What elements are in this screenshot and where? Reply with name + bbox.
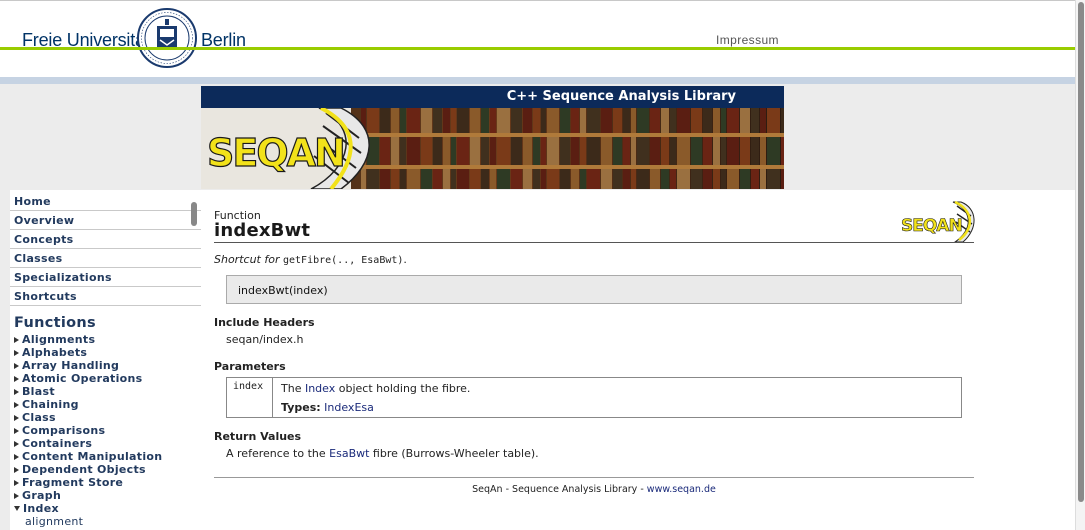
seqan-small-logo-icon: SEQAN xyxy=(901,200,975,242)
functions-heading: Functions xyxy=(14,315,96,331)
window-scrollbar-thumb[interactable] xyxy=(1078,2,1084,502)
shortcut-code: getFibre(.., EsaBwt) xyxy=(282,255,404,266)
footer-divider xyxy=(214,477,974,478)
seqan-small-logo-text: SEQAN xyxy=(901,216,962,236)
nav-specializations[interactable]: Specializations xyxy=(10,268,201,287)
nav-shortcuts[interactable]: Shortcuts xyxy=(10,287,201,306)
banner-title-bar: C++ Sequence Analysis Library xyxy=(201,86,784,108)
page-title: indexBwt xyxy=(214,220,311,241)
include-headers-heading: Include Headers xyxy=(214,316,315,329)
expand-arrow-icon xyxy=(14,493,19,499)
expand-arrow-icon xyxy=(14,376,19,382)
sidebar-scrollbar[interactable] xyxy=(191,202,197,226)
green-divider xyxy=(0,47,1075,50)
nav-home[interactable]: Home xyxy=(10,192,201,211)
esabwt-link[interactable]: EsaBwt xyxy=(329,447,369,460)
main-content: Function indexBwt SEQAN Shortcut for get… xyxy=(201,190,1075,530)
fn-group-fragment-store[interactable]: Fragment Store xyxy=(10,476,201,489)
expand-arrow-icon xyxy=(14,350,19,356)
expand-arrow-icon xyxy=(14,428,19,434)
return-values-heading: Return Values xyxy=(214,430,302,443)
fn-item-alignment[interactable]: alignment xyxy=(10,515,201,528)
param-description: The Index object holding the fibre. xyxy=(281,382,471,395)
seqan-logo-text: SEQAN xyxy=(207,131,344,175)
fn-group-atomic-operations[interactable]: Atomic Operations xyxy=(10,372,201,385)
collapse-arrow-icon xyxy=(14,506,20,511)
include-header-value: seqan/index.h xyxy=(226,333,304,346)
param-name-cell: index xyxy=(227,378,273,417)
index-link[interactable]: Index xyxy=(305,382,335,395)
fn-group-blast[interactable]: Blast xyxy=(10,385,201,398)
expand-arrow-icon xyxy=(14,441,19,447)
impressum-link[interactable]: Impressum xyxy=(716,33,779,47)
fn-group-comparisons[interactable]: Comparisons xyxy=(10,424,201,437)
fn-group-dependent-objects[interactable]: Dependent Objects xyxy=(10,463,201,476)
nav-concepts[interactable]: Concepts xyxy=(10,230,201,249)
fn-group-index[interactable]: Index xyxy=(10,502,201,515)
parameters-table: index The Index object holding the fibre… xyxy=(226,377,962,418)
fn-group-alignments[interactable]: Alignments xyxy=(10,333,201,346)
signature-box: indexBwt(index) xyxy=(226,275,962,304)
expand-arrow-icon xyxy=(14,363,19,369)
expand-arrow-icon xyxy=(14,467,19,473)
nav-overview[interactable]: Overview xyxy=(10,211,201,230)
expand-arrow-icon xyxy=(14,454,19,460)
sidebar: Home Overview Concepts Classes Specializ… xyxy=(10,190,201,530)
functions-list: Alignments Alphabets Array Handling Atom… xyxy=(10,333,201,530)
seqan-website-link[interactable]: www.seqan.de xyxy=(647,484,716,495)
seqan-banner: C++ Sequence Analysis Library SEQAN xyxy=(201,86,784,189)
parameters-heading: Parameters xyxy=(214,360,286,373)
fn-group-chaining[interactable]: Chaining xyxy=(10,398,201,411)
fn-group-array-handling[interactable]: Array Handling xyxy=(10,359,201,372)
fn-group-content-manipulation[interactable]: Content Manipulation xyxy=(10,450,201,463)
window-scrollbar[interactable] xyxy=(1075,0,1085,530)
return-value-description: A reference to the EsaBwt fibre (Burrows… xyxy=(226,447,539,460)
expand-arrow-icon xyxy=(14,415,19,421)
fn-group-containers[interactable]: Containers xyxy=(10,437,201,450)
university-seal-icon xyxy=(137,8,197,68)
fn-group-class[interactable]: Class xyxy=(10,411,201,424)
indexesa-link[interactable]: IndexEsa xyxy=(324,401,374,414)
footer: SeqAn - Sequence Analysis Library - www.… xyxy=(472,484,716,495)
nav-classes[interactable]: Classes xyxy=(10,249,201,268)
expand-arrow-icon xyxy=(14,337,19,343)
param-types: Types: IndexEsa xyxy=(281,401,374,414)
expand-arrow-icon xyxy=(14,402,19,408)
expand-arrow-icon xyxy=(14,480,19,486)
banner-title: C++ Sequence Analysis Library xyxy=(506,89,736,104)
fu-header: Freie Universität Berlin Impressum xyxy=(0,0,1085,84)
expand-arrow-icon xyxy=(14,389,19,395)
title-divider xyxy=(214,242,974,243)
library-bookshelf-image: SEQAN xyxy=(201,108,784,189)
blue-divider xyxy=(0,77,1075,84)
fn-group-graph[interactable]: Graph xyxy=(10,489,201,502)
fn-group-alphabets[interactable]: Alphabets xyxy=(10,346,201,359)
shortcut-description: Shortcut for getFibre(.., EsaBwt). xyxy=(214,253,407,266)
